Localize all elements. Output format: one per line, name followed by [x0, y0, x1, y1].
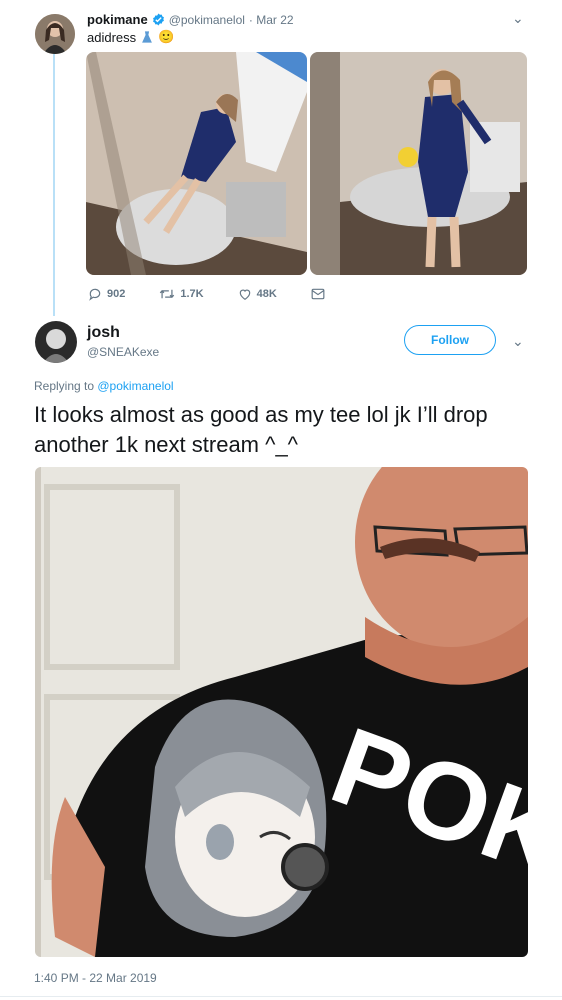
tweet-header: pokimane @pokimanelol · Mar 22 [87, 12, 294, 27]
follow-button[interactable]: Follow [404, 325, 496, 355]
photo-image [86, 52, 307, 275]
thread-line [53, 54, 55, 316]
tweet-text-row: adidress 🙂 [87, 29, 174, 45]
smile-emoji-icon: 🙂 [158, 29, 175, 44]
tweet-photo-1[interactable] [86, 52, 307, 275]
author-avatar[interactable] [35, 14, 75, 54]
dress-emoji-icon [142, 31, 153, 43]
avatar-image [35, 321, 77, 363]
reply-author-name[interactable]: josh [87, 324, 120, 342]
verified-icon [152, 13, 164, 26]
reply-photo[interactable]: POKI [35, 467, 528, 957]
reply-count: 902 [107, 288, 126, 300]
like-count: 48K [256, 288, 277, 300]
envelope-icon [311, 288, 325, 300]
reply-author-handle[interactable]: @SNEAKexe [87, 345, 159, 359]
reply-action[interactable]: 902 [88, 287, 125, 301]
tweet-actions: 902 1.7K 48K [88, 287, 325, 301]
reply-text: It looks almost as good as my tee lol jk… [34, 402, 488, 457]
avatar-image [35, 14, 75, 54]
dm-action[interactable] [311, 288, 325, 300]
like-action[interactable]: 48K [238, 287, 277, 301]
retweet-action[interactable]: 1.7K [159, 287, 204, 301]
photo-image [310, 52, 527, 275]
chevron-down-icon[interactable]: ⌄ [512, 333, 524, 350]
chevron-down-icon[interactable]: ⌄ [512, 10, 524, 27]
reply-author-avatar[interactable] [35, 321, 77, 363]
author-handle[interactable]: @pokimanelol [169, 13, 245, 27]
replying-prefix: Replying to [34, 379, 98, 393]
replying-to: Replying to @pokimanelol [34, 379, 174, 393]
photo-image: POKI [35, 467, 528, 957]
retweet-icon [160, 289, 175, 299]
reply-timestamp[interactable]: 1:40 PM - 22 Mar 2019 [34, 971, 157, 985]
author-name[interactable]: pokimane [87, 12, 148, 27]
tweet-date[interactable]: · Mar 22 [249, 13, 294, 27]
heart-icon [239, 289, 250, 300]
tweet-photo-2[interactable] [310, 52, 527, 275]
retweet-count: 1.7K [180, 288, 204, 300]
divider [0, 996, 562, 997]
reply-icon [89, 288, 101, 301]
replying-handle-link[interactable]: @pokimanelol [97, 379, 173, 393]
tweet-text: adidress [87, 29, 137, 45]
